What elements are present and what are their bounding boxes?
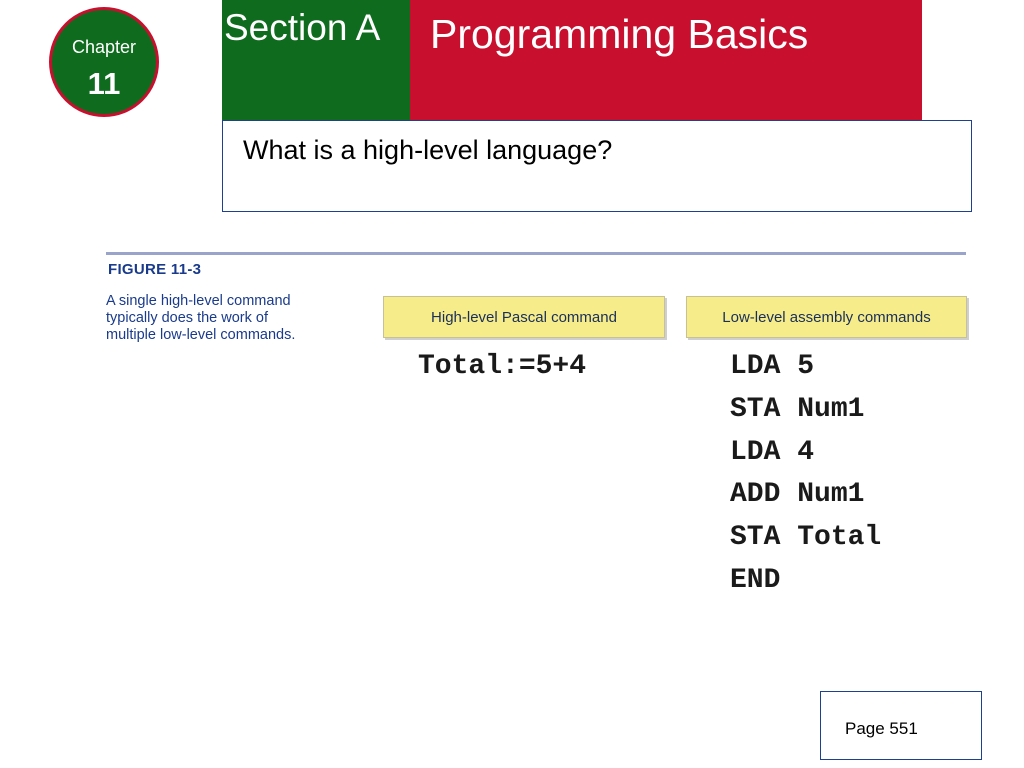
chapter-number: 11 [87, 66, 121, 101]
title-header: Programming Basics [410, 0, 922, 120]
assembly-line: LDA 4 [730, 437, 815, 468]
high-level-command: Total:=5+4 [418, 351, 587, 382]
low-level-header: Low-level assembly commands [686, 296, 967, 338]
section-label: Section A [224, 7, 381, 48]
figure-divider [106, 252, 966, 255]
figure-caption: A single high-level command typically do… [106, 293, 356, 344]
slide-title: Programming Basics [430, 11, 809, 57]
assembly-line: STA Total [730, 522, 882, 553]
caption-line: A single high-level command [106, 293, 291, 309]
section-header: Section A [222, 0, 410, 120]
assembly-line: STA Num1 [730, 394, 865, 425]
assembly-line: ADD Num1 [730, 479, 865, 510]
question-box: What is a high-level language? [222, 120, 972, 212]
caption-line: multiple low-level commands. [106, 327, 296, 343]
question-text: What is a high-level language? [243, 135, 613, 165]
page-number-box: Page 551 [820, 691, 982, 760]
caption-line: typically does the work of [106, 310, 268, 326]
chapter-word: Chapter [71, 37, 137, 57]
high-level-header: High-level Pascal command [383, 296, 665, 338]
figure-label: FIGURE 11-3 [108, 261, 202, 278]
assembly-line: LDA 5 [730, 351, 815, 382]
page-number: Page 551 [845, 719, 918, 738]
assembly-line: END [730, 565, 781, 596]
chapter-badge: Chapter 11 [49, 7, 159, 117]
slide: Chapter 11 Section A Programming Basics … [0, 0, 1024, 768]
